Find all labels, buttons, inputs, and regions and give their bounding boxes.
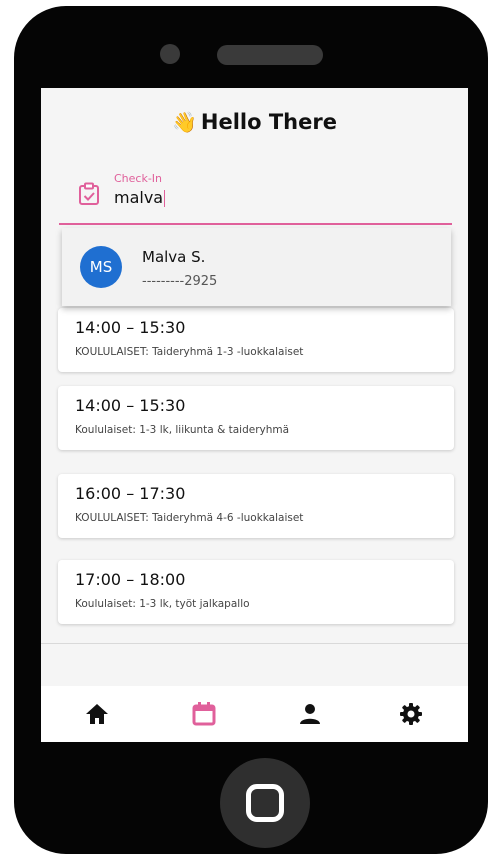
app-screen: 👋 Hello There Check-In malva MS Malva S. … <box>41 88 468 742</box>
page-title: 👋 Hello There <box>41 110 468 134</box>
session-card[interactable]: 14:00 – 15:30 KOULULAISET: Taideryhmä 1-… <box>58 308 454 372</box>
clipboard-check-icon <box>79 182 99 205</box>
session-description: KOULULAISET: Taideryhmä 1-3 -luokkalaise… <box>75 346 304 358</box>
home-button-icon <box>246 784 284 822</box>
session-time: 14:00 – 15:30 <box>75 396 186 415</box>
session-time: 14:00 – 15:30 <box>75 318 186 337</box>
session-card[interactable]: 14:00 – 15:30 Koululaiset: 1-3 lk, liiku… <box>58 386 454 450</box>
session-description: Koululaiset: 1-3 lk, työt jalkapallo <box>75 598 250 610</box>
checkin-value: malva <box>114 188 164 207</box>
gear-icon[interactable] <box>395 698 427 730</box>
session-description: KOULULAISET: Taideryhmä 4-6 -luokkalaise… <box>75 512 304 524</box>
calendar-icon[interactable] <box>188 698 220 730</box>
home-button[interactable] <box>220 758 310 848</box>
speaker <box>217 45 323 65</box>
suggestion-name: Malva S. <box>142 248 206 266</box>
suggestion-phone: ---------2925 <box>142 274 218 289</box>
session-time: 17:00 – 18:00 <box>75 570 186 589</box>
checkin-input[interactable]: malva <box>114 188 166 207</box>
bottom-nav <box>41 686 468 742</box>
checkin-label: Check-In <box>114 172 163 185</box>
autocomplete-suggestion[interactable]: MS Malva S. ---------2925 <box>62 228 451 306</box>
home-icon[interactable] <box>81 698 113 730</box>
person-icon[interactable] <box>294 698 326 730</box>
waving-hand-icon: 👋 <box>172 110 197 134</box>
page-title-text: Hello There <box>200 110 337 134</box>
session-card[interactable]: 17:00 – 18:00 Koululaiset: 1-3 lk, työt … <box>58 560 454 624</box>
divider <box>41 643 468 644</box>
session-description: Koululaiset: 1-3 lk, liikunta & taideryh… <box>75 424 290 436</box>
session-time: 16:00 – 17:30 <box>75 484 186 503</box>
session-card[interactable]: 16:00 – 17:30 KOULULAISET: Taideryhmä 4-… <box>58 474 454 538</box>
text-caret <box>164 190 166 207</box>
checkin-underline <box>59 223 452 225</box>
checkin-field[interactable]: Check-In malva <box>41 166 454 225</box>
avatar: MS <box>80 246 122 288</box>
camera <box>160 44 180 64</box>
